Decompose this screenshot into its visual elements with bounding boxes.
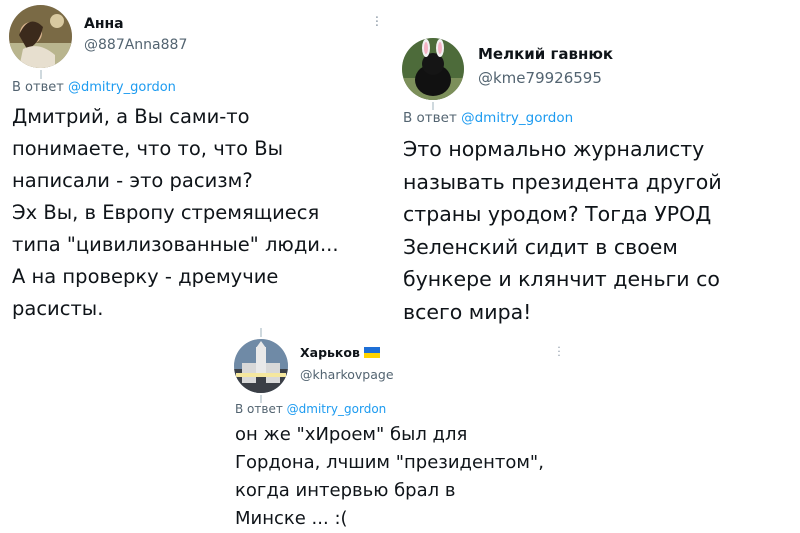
avatar[interactable] xyxy=(234,339,288,393)
author-handle[interactable]: @887Anna887 xyxy=(84,37,187,53)
reply-mention-link[interactable]: @dmitry_gordon xyxy=(68,80,176,95)
reply-mention-link[interactable]: @dmitry_gordon xyxy=(461,110,573,126)
more-vertical-icon: · · · xyxy=(557,341,561,362)
reply-to: В ответ @dmitry_gordon xyxy=(403,110,573,126)
more-options-button[interactable]: · · · xyxy=(374,12,380,33)
author-name[interactable]: Мелкий гавнюк xyxy=(478,45,613,63)
tweet-text: он же "хИроем" был для Гордона, лчшим "п… xyxy=(235,424,544,529)
reply-prefix: В ответ xyxy=(403,110,462,126)
avatar[interactable] xyxy=(402,38,464,100)
avatar[interactable] xyxy=(9,5,72,68)
thread-line xyxy=(432,102,434,110)
author-name-text: Харьков xyxy=(300,345,360,360)
more-options-button[interactable]: · · · xyxy=(556,342,562,361)
reply-to: В ответ @dmitry_gordon xyxy=(235,402,386,416)
reply-to: В ответ @dmitry_gordon xyxy=(12,80,176,95)
reply-prefix: В ответ xyxy=(12,80,68,95)
avatar-image xyxy=(402,38,464,100)
thread-line xyxy=(260,328,262,337)
author-name[interactable]: Харьков xyxy=(300,345,380,360)
author-handle[interactable]: @kme79926595 xyxy=(478,69,602,87)
author-name[interactable]: Анна xyxy=(84,16,124,32)
tweet-text: Дмитрий, а Вы сами-то понимаете, что то,… xyxy=(12,105,339,320)
tweet-text: Это нормально журналисту называть презид… xyxy=(403,137,722,324)
author-handle[interactable]: @kharkovpage xyxy=(300,367,394,382)
more-vertical-icon: · · · xyxy=(374,11,380,34)
avatar-image xyxy=(234,339,288,393)
ukraine-flag-icon xyxy=(363,347,380,358)
reply-prefix: В ответ xyxy=(235,402,287,416)
thread-line xyxy=(40,70,42,79)
reply-mention-link[interactable]: @dmitry_gordon xyxy=(287,402,387,416)
avatar-image xyxy=(9,5,72,68)
